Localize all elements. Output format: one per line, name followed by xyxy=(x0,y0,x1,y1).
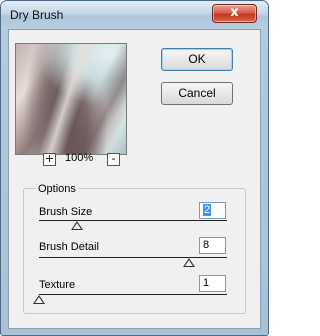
brush-detail-slider-thumb[interactable] xyxy=(183,258,196,267)
dialog-client-area: + 100% - OK Cancel Options Brush Size 2 … xyxy=(8,29,261,329)
brush-size-label: Brush Size xyxy=(39,206,93,218)
brush-size-slider-track[interactable] xyxy=(39,220,227,221)
title-bar[interactable]: Dry Brush x xyxy=(1,1,268,29)
ok-button[interactable]: OK xyxy=(161,48,233,71)
close-button[interactable]: x xyxy=(212,4,257,23)
texture-value: 1 xyxy=(203,277,210,289)
texture-slider-track[interactable] xyxy=(39,294,227,295)
texture-label: Texture xyxy=(39,279,76,291)
brush-size-input[interactable]: 2 xyxy=(199,202,226,219)
brush-detail-label: Brush Detail xyxy=(39,241,99,253)
zoom-in-button[interactable]: + xyxy=(43,153,56,166)
window-title: Dry Brush xyxy=(10,8,64,22)
zoom-out-button[interactable]: - xyxy=(107,153,120,166)
texture-slider-thumb[interactable] xyxy=(33,295,45,304)
brush-size-value: 2 xyxy=(203,204,212,216)
brush-detail-input[interactable]: 8 xyxy=(199,237,226,254)
brush-detail-slider-track[interactable] xyxy=(39,257,227,258)
options-legend: Options xyxy=(36,183,78,195)
zoom-level-label: 100% xyxy=(65,152,94,164)
brush-detail-value: 8 xyxy=(203,239,210,251)
dialog-window: Dry Brush x + 100% - OK Cancel Options B… xyxy=(0,0,269,336)
texture-input[interactable]: 1 xyxy=(199,275,226,292)
brush-size-slider-thumb[interactable] xyxy=(70,221,83,230)
cancel-button[interactable]: Cancel xyxy=(161,82,233,105)
preview-image[interactable] xyxy=(15,43,127,155)
